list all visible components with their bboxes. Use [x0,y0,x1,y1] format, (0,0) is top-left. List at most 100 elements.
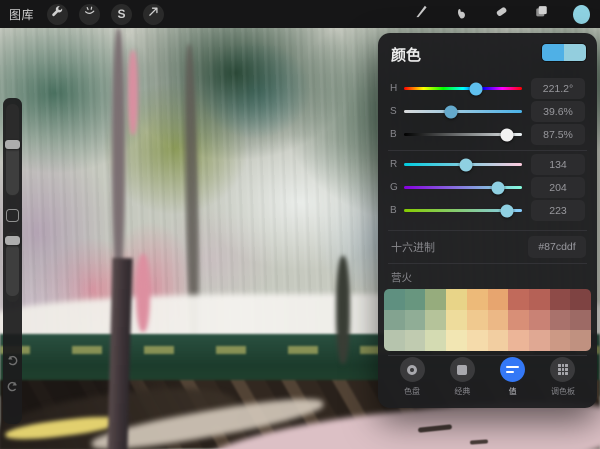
palette-swatch[interactable] [550,330,571,351]
classic-icon [457,365,467,375]
palette-swatch[interactable] [405,330,426,351]
modify-button[interactable] [6,209,19,222]
hue-slider[interactable] [404,87,522,90]
palette-swatch[interactable] [446,310,467,331]
paint-stroke [128,50,138,135]
undo-button[interactable] [6,354,19,367]
paint-stroke [136,254,150,332]
palette-swatch[interactable] [446,330,467,351]
brush-size-thumb[interactable] [5,140,20,149]
active-color-button[interactable] [573,6,590,23]
eraser-tool-button[interactable] [493,6,510,23]
green-value-box[interactable]: 204 [531,177,585,198]
blue-slider-row: B 223 [390,200,585,221]
palette-swatch[interactable] [467,289,488,310]
brightness-label: B [390,129,404,140]
palette-swatch[interactable] [550,310,571,331]
palette-swatch[interactable] [570,289,591,310]
current-color-half [564,44,586,61]
red-slider-row: R 134 [390,154,585,175]
redo-button[interactable] [6,380,19,393]
brightness-slider[interactable] [404,133,522,136]
layers-button[interactable] [533,6,550,23]
palette-grid [384,289,591,351]
blue-value-box[interactable]: 223 [531,200,585,221]
palette-swatch[interactable] [529,310,550,331]
paint-stroke [336,256,350,364]
palette-swatch[interactable] [384,289,405,310]
brightness-slider-thumb[interactable] [501,128,514,141]
green-slider-row: G 204 [390,177,585,198]
palette-swatch[interactable] [467,310,488,331]
saturation-slider-row: S 39.6% [390,101,585,122]
red-value-box[interactable]: 134 [531,154,585,175]
color-compare-swatch[interactable] [542,44,586,61]
red-slider-thumb[interactable] [459,158,472,171]
palette-swatch[interactable] [529,289,550,310]
palette-swatch[interactable] [488,289,509,310]
hex-value-box[interactable]: #87cddf [528,236,586,258]
palette-swatch[interactable] [508,330,529,351]
palette-swatch[interactable] [529,330,550,351]
palette-swatch[interactable] [425,330,446,351]
blue-slider-thumb[interactable] [501,204,514,217]
color-mode-tabbar: 色盘 经典 值 调色板 [378,357,597,403]
palettes-icon [558,364,568,374]
green-slider[interactable] [404,186,522,189]
value-icon [506,366,519,374]
palette-swatch[interactable] [425,310,446,331]
hue-value-box[interactable]: 221.2° [531,78,585,99]
redo-icon [6,380,19,393]
green-slider-thumb[interactable] [492,181,505,194]
palette-swatch[interactable] [488,310,509,331]
palette-name: 营火 [391,270,412,285]
palette-swatch[interactable] [570,330,591,351]
hue-slider-thumb[interactable] [470,82,483,95]
palette-swatch[interactable] [570,310,591,331]
brightness-value-box[interactable]: 87.5% [531,124,585,145]
transform-button[interactable] [143,4,164,25]
actions-button[interactable] [47,4,68,25]
tab-disc[interactable]: 色盘 [392,357,432,403]
palette-swatch[interactable] [508,289,529,310]
palette-swatch[interactable] [405,310,426,331]
gallery-button[interactable]: 图库 [9,6,34,23]
previous-color-half [542,44,564,61]
palette-swatch[interactable] [550,289,571,310]
paint-stroke [112,28,125,283]
brush-tool-button[interactable] [413,6,430,23]
palette-swatch[interactable] [446,289,467,310]
tab-classic[interactable]: 经典 [442,357,482,403]
smudge-tool-button[interactable] [453,6,470,23]
tab-palettes[interactable]: 调色板 [543,357,583,403]
adjustments-icon [83,5,96,23]
hue-slider-row: H 221.2° [390,78,585,99]
red-label: R [390,159,404,170]
tab-classic-label: 经典 [454,386,470,397]
saturation-value-box[interactable]: 39.6% [531,101,585,122]
tab-value[interactable]: 值 [493,357,533,403]
blue-slider[interactable] [404,209,522,212]
color-panel-title: 颜色 [391,44,421,65]
palette-swatch[interactable] [467,330,488,351]
smudge-icon [454,4,469,24]
adjustments-button[interactable] [79,4,100,25]
top-toolbar: 图库 S [0,0,600,28]
red-slider[interactable] [404,163,522,166]
saturation-slider-thumb[interactable] [444,105,457,118]
palette-swatch[interactable] [488,330,509,351]
palette-swatch[interactable] [425,289,446,310]
palette-swatch[interactable] [384,310,405,331]
palette-swatch[interactable] [384,330,405,351]
brush-opacity-thumb[interactable] [5,236,20,245]
active-color-swatch [573,5,590,24]
divider [388,263,587,264]
palette-swatch[interactable] [508,310,529,331]
brush-opacity-fill [6,244,19,296]
palette-swatch[interactable] [405,289,426,310]
saturation-slider[interactable] [404,110,522,113]
wrench-icon [51,5,64,23]
divider [388,150,587,151]
selection-button[interactable]: S [111,4,132,25]
color-panel: 颜色 H 221.2° S 39.6% B 87.5% [378,33,597,408]
